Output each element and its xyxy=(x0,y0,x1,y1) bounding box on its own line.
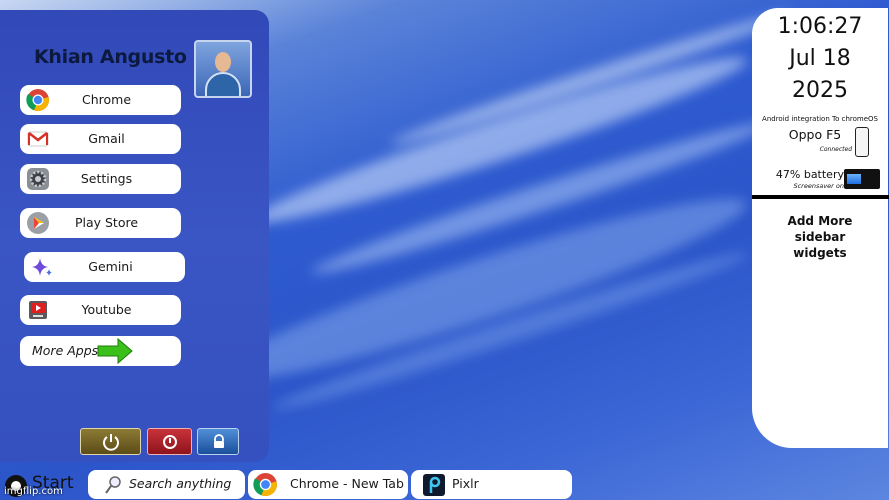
power-icon xyxy=(103,434,119,451)
green-arrow-icon xyxy=(97,337,133,365)
app-label: Settings xyxy=(80,171,133,186)
clock-date: Jul 18 xyxy=(789,46,851,71)
clock-time: 1:06:27 xyxy=(777,14,863,39)
more-apps-label: More Apps xyxy=(32,343,99,358)
sidebar-widget-panel: 1:06:27 Jul 18 2025 Android integration … xyxy=(752,8,888,448)
watermark-text: imgflip.com xyxy=(4,486,63,497)
lock-icon xyxy=(214,434,224,448)
app-gmail-button[interactable]: Gmail xyxy=(20,124,181,154)
add-widgets-link[interactable]: Add More sidebar widgets xyxy=(752,213,888,261)
avatar-head xyxy=(215,52,231,72)
user-avatar[interactable] xyxy=(194,40,252,98)
app-label: Chrome xyxy=(81,92,132,107)
sidebar-divider xyxy=(752,195,889,199)
user-name: Khian Angusto xyxy=(34,46,187,68)
app-label: Gmail xyxy=(88,131,125,146)
screensaver-status: Screensaver on xyxy=(793,182,844,190)
chrome-icon xyxy=(253,473,277,496)
app-label: Gemini xyxy=(88,259,133,274)
search-placeholder: Search anything xyxy=(129,476,232,491)
app-label: Play Store xyxy=(74,215,139,230)
lock-button[interactable] xyxy=(197,428,239,455)
phone-icon xyxy=(855,127,869,157)
battery-text: 47% battery xyxy=(775,168,844,181)
shutdown-button[interactable] xyxy=(147,428,192,455)
android-integration-caption: Android integration To chromeOS xyxy=(762,115,878,123)
power-button[interactable] xyxy=(80,428,141,455)
taskbar-item-label: Pixlr xyxy=(452,476,479,491)
app-youtube-button[interactable]: Youtube xyxy=(20,295,181,325)
battery-fill xyxy=(847,174,861,184)
avatar-body xyxy=(205,72,241,96)
start-menu: Khian Angusto Chrome Gmail Settings Play… xyxy=(0,10,269,462)
taskbar-item-label: Chrome - New Tab xyxy=(290,476,404,491)
search-icon xyxy=(105,476,121,494)
taskbar-chrome-new-tab[interactable]: Chrome - New Tab xyxy=(248,470,408,499)
app-settings-button[interactable]: Settings xyxy=(20,164,181,194)
app-chrome-button[interactable]: Chrome xyxy=(20,85,181,115)
app-label: Youtube xyxy=(81,302,132,317)
app-gemini-button[interactable]: Gemini xyxy=(24,252,185,282)
search-bar[interactable]: Search anything xyxy=(88,470,245,499)
app-play-store-button[interactable]: Play Store xyxy=(20,208,181,238)
more-apps-button[interactable]: More Apps xyxy=(20,336,181,366)
pixlr-icon xyxy=(423,474,445,496)
clock-year: 2025 xyxy=(792,78,848,103)
shutdown-icon xyxy=(163,435,177,449)
phone-status: Connected xyxy=(819,146,852,153)
taskbar-pixlr[interactable]: Pixlr xyxy=(411,470,572,499)
battery-icon xyxy=(844,169,880,189)
